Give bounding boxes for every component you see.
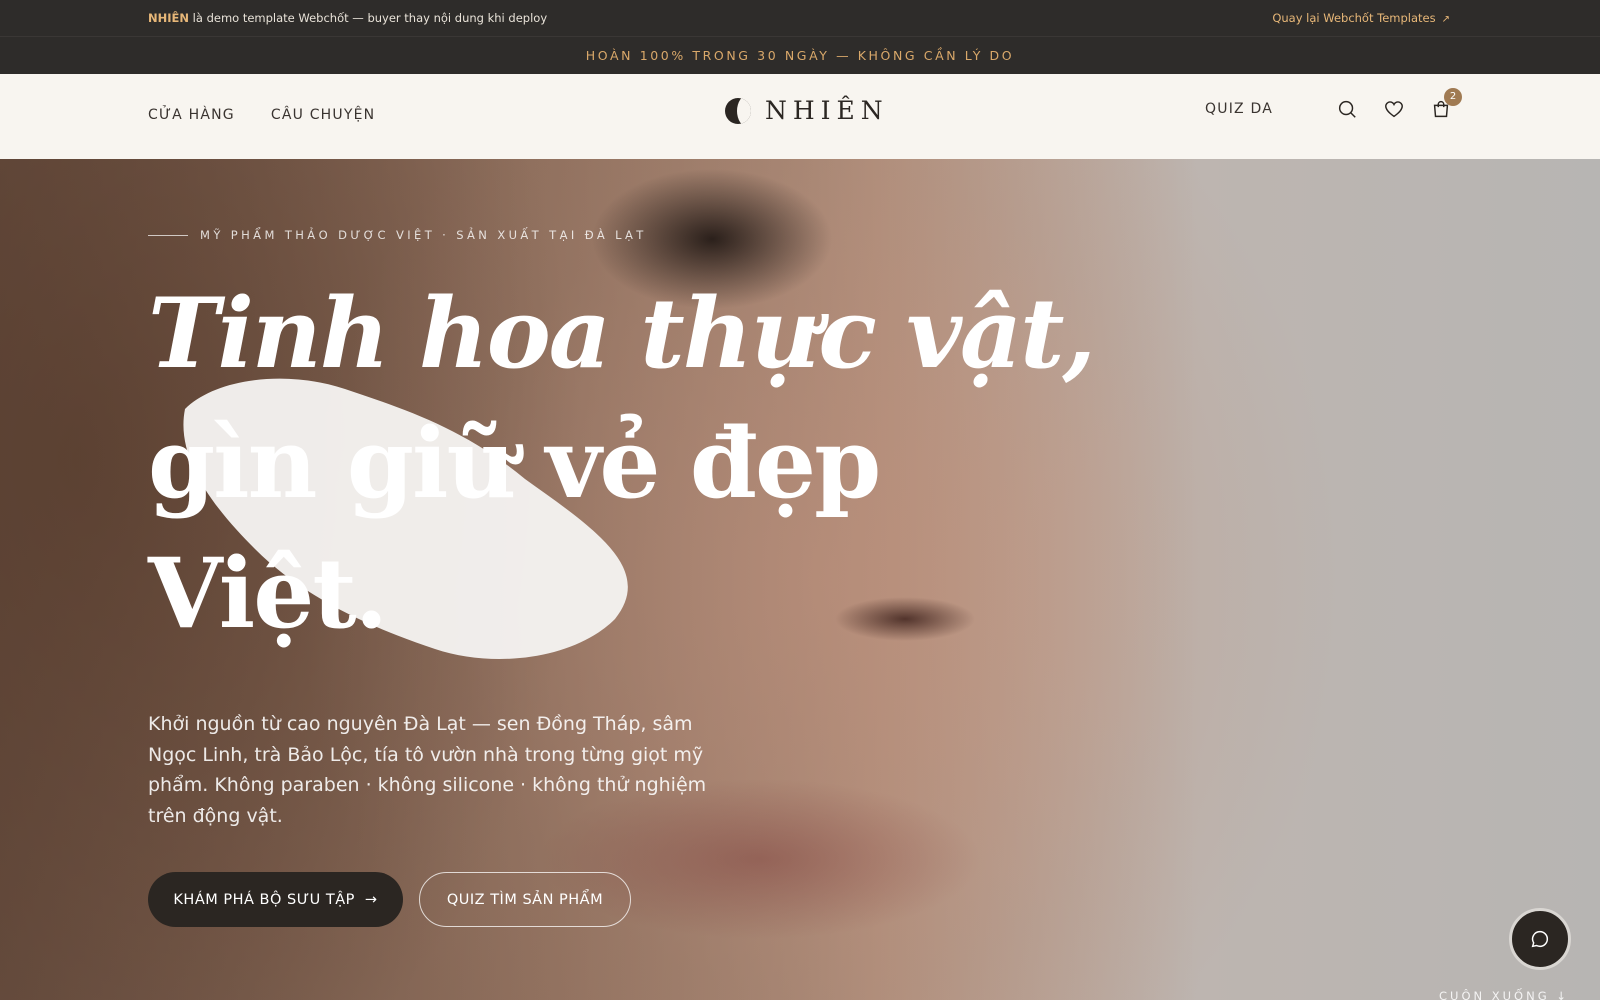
eyebrow-text: MỸ PHẨM THẢO DƯỢC VIỆT · SẢN XUẤT TẠI ĐÀ… [200, 228, 647, 242]
search-icon [1338, 100, 1356, 118]
headline-line-1: Tinh hoa thực vật, [148, 277, 1096, 390]
cart-button[interactable]: 2 [1430, 88, 1462, 120]
chat-bubble-icon [1531, 930, 1548, 948]
header-actions: QUIZ DA 2 [1205, 88, 1462, 120]
hero-description: Khởi nguồn từ cao nguyên Đà Lạt — sen Đồ… [148, 713, 707, 827]
product-quiz-label: QUIZ TÌM SẢN PHẨM [446, 891, 604, 908]
arrow-down-icon: ↓ [1556, 989, 1569, 1000]
main-nav: CỬA HÀNG CÂU CHUYỆN [148, 107, 375, 123]
hero-eyebrow: MỸ PHẨM THẢO DƯỢC VIỆT · SẢN XUẤT TẠI ĐÀ… [148, 228, 647, 242]
headline-line-2: gìn giữ vẻ đẹp [148, 407, 881, 520]
search-button[interactable] [1336, 98, 1358, 120]
explore-collection-button[interactable]: KHÁM PHÁ BỘ SƯU TẬP → [148, 872, 403, 927]
site-header: CỬA HÀNG CÂU CHUYỆN NHIÊN QUIZ DA 2 [0, 74, 1600, 159]
heart-icon [1385, 101, 1403, 118]
logo-mark-icon [725, 97, 751, 124]
logo-text: NHIÊN [765, 96, 889, 125]
arrow-right-icon: → [364, 891, 378, 908]
chat-button[interactable] [1509, 908, 1571, 970]
announcement-text: HOÀN 100% TRONG 30 NGÀY — KHÔNG CẦN LÝ D… [585, 48, 1015, 63]
demo-notice-text: là demo template Webchốt — buyer thay nộ… [189, 11, 548, 25]
announcement-bar: HOÀN 100% TRONG 30 NGÀY — KHÔNG CẦN LÝ D… [0, 36, 1600, 74]
headline-line-3: Việt. [148, 537, 388, 650]
scroll-down-hint[interactable]: CUỘN XUỐNG ↓ [1439, 989, 1569, 1000]
demo-bar: NHIÊN là demo template Webchốt — buyer t… [0, 0, 1600, 36]
nav-item-shop[interactable]: CỬA HÀNG [148, 107, 235, 123]
hero-headline: Tinh hoa thực vật, gìn giữ vẻ đẹp Việt. [148, 269, 1096, 659]
back-link-label: Quay lại Webchốt Templates [1272, 11, 1436, 25]
explore-collection-label: KHÁM PHÁ BỘ SƯU TẬP [173, 891, 355, 908]
cart-count-badge: 2 [1444, 88, 1462, 106]
hero-section: MỸ PHẨM THẢO DƯỢC VIỆT · SẢN XUẤT TẠI ĐÀ… [0, 159, 1600, 1000]
nav-item-skin-quiz[interactable]: QUIZ DA [1205, 101, 1273, 117]
arrow-up-right-icon: ↗ [1441, 14, 1450, 25]
eyebrow-rule [148, 234, 188, 236]
demo-brand: NHIÊN [148, 11, 190, 25]
demo-notice: NHIÊN là demo template Webchốt — buyer t… [148, 11, 547, 25]
site-logo[interactable]: NHIÊN [725, 96, 889, 125]
product-quiz-button[interactable]: QUIZ TÌM SẢN PHẨM [419, 872, 631, 927]
back-to-templates-link[interactable]: Quay lại Webchốt Templates ↗ [1272, 11, 1450, 25]
wishlist-button[interactable] [1383, 98, 1405, 120]
scroll-down-label: CUỘN XUỐNG [1439, 989, 1550, 1000]
nav-item-story[interactable]: CÂU CHUYỆN [271, 107, 375, 123]
